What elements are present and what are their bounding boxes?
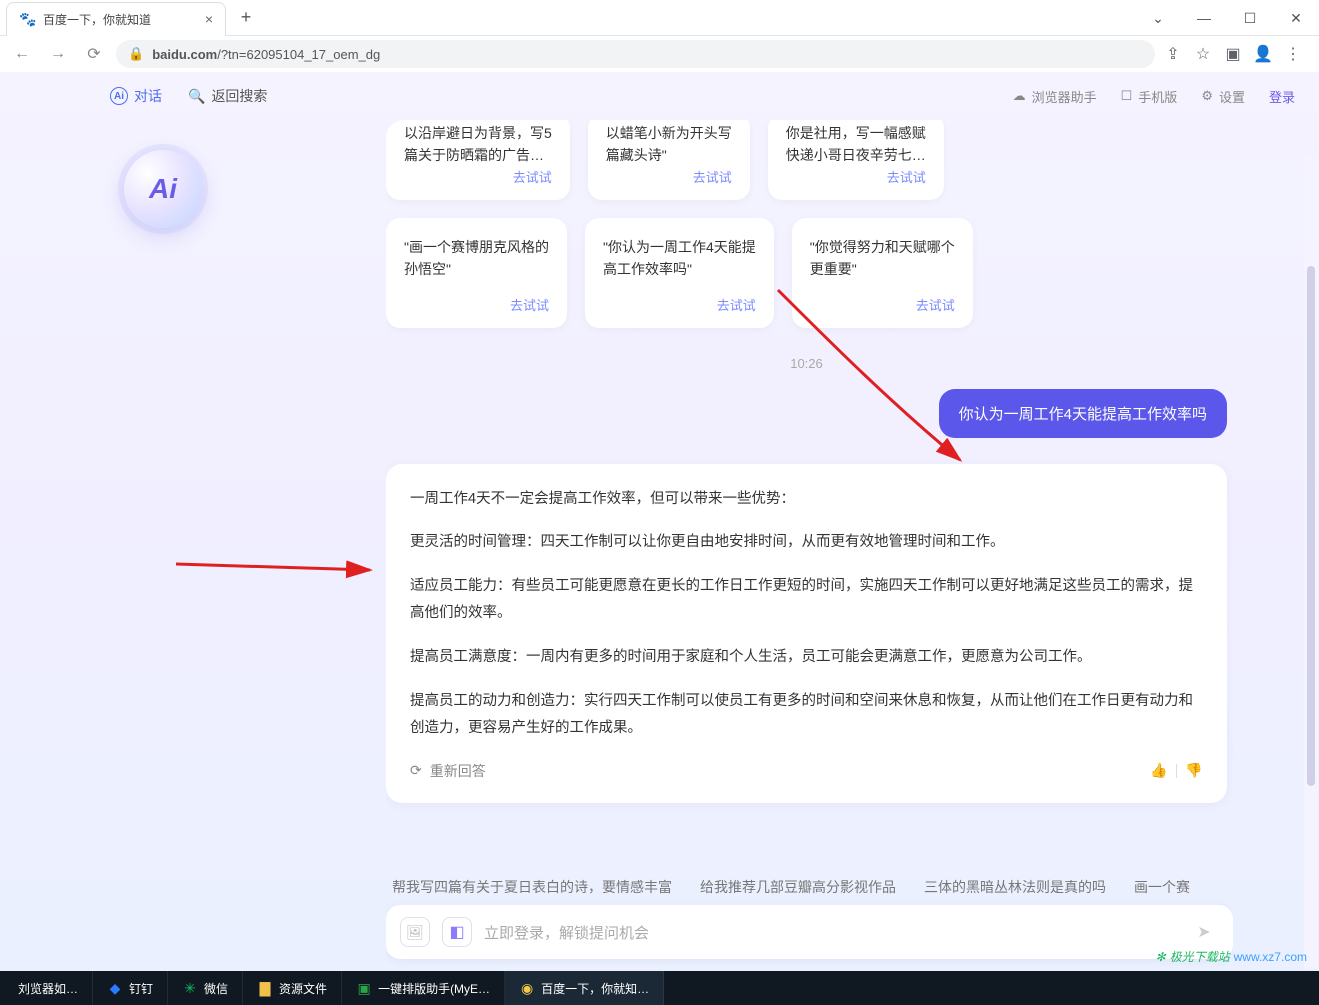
search-icon: 🔍 (188, 88, 205, 105)
folder-icon: ▇ (257, 980, 273, 996)
try-button[interactable]: 去试试 (693, 167, 732, 186)
chip[interactable]: 帮我写四篇有关于夏日表白的诗，要情感丰富 (392, 877, 672, 897)
app-icon: ▣ (356, 980, 372, 996)
suggestion-card[interactable]: 以蜡笔小新为开头写篇藏头诗" 去试试 (588, 120, 750, 200)
nav-chat[interactable]: Ai 对话 (110, 86, 162, 106)
suggestion-card[interactable]: "画一个赛博朋克风格的孙悟空" 去试试 (386, 218, 567, 328)
address-bar[interactable]: 🔒 baidu.com/?tn=62095104_17_oem_dg (116, 40, 1155, 68)
drop-icon[interactable]: ⌄ (1135, 0, 1181, 36)
baidu-favicon-icon: 🐾 (19, 11, 35, 27)
try-button[interactable]: 去试试 (510, 295, 549, 314)
star-icon[interactable]: ☆ (1193, 44, 1213, 64)
close-tab-icon[interactable]: × (205, 11, 213, 27)
close-window-icon[interactable]: ✕ (1273, 0, 1319, 36)
ai-message: 一周工作4天不一定会提高工作效率，但可以带来一些优势： 更灵活的时间管理：四天工… (386, 464, 1227, 803)
suggestion-chips: 帮我写四篇有关于夏日表白的诗，要情感丰富 给我推荐几部豆瓣高分影视作品 三体的黑… (386, 859, 1233, 905)
page-scrollbar[interactable] (1304, 156, 1318, 969)
taskbar-item[interactable]: ▇资源文件 (243, 971, 342, 1005)
image-upload-icon[interactable]: 🖼 (400, 917, 430, 947)
forward-button[interactable]: → (44, 40, 72, 68)
sidebar: Ai (86, 120, 366, 971)
maximize-icon[interactable]: ☐ (1227, 0, 1273, 36)
suggestion-card[interactable]: 以沿岸避日为背景，写5篇关于防晒霜的广告… 去试试 (386, 120, 570, 200)
browser-tab[interactable]: 🐾 百度一下，你就知道 × (6, 2, 226, 36)
new-tab-button[interactable]: + (232, 4, 260, 32)
thumbs-up-icon[interactable]: 👍 (1150, 762, 1168, 780)
taskbar-item-active[interactable]: ◉百度一下，你就知… (505, 971, 664, 1005)
refresh-icon[interactable]: ⟳ (410, 762, 422, 779)
minimize-icon[interactable]: — (1181, 0, 1227, 36)
lock-icon: 🔒 (128, 46, 144, 62)
ai-paragraph: 提高员工满意度：一周内有更多的时间用于家庭和个人生活，员工可能会更满意工作，更愿… (410, 644, 1203, 672)
ai-paragraph: 提高员工的动力和创造力：实行四天工作制可以使员工有更多的时间和空间来休息和恢复，… (410, 688, 1203, 743)
window-controls: ⌄ — ☐ ✕ (1135, 0, 1319, 36)
nav-settings[interactable]: ⚙设置 (1201, 87, 1245, 106)
nav-login[interactable]: 登录 (1269, 87, 1295, 106)
cloud-icon: ☁ (1013, 88, 1026, 104)
chat-input-bar[interactable]: 🖼 ◧ 立即登录，解锁提问机会 ➤ (386, 905, 1233, 959)
regenerate-button[interactable]: 重新回答 (430, 761, 486, 781)
nav-mobile[interactable]: ☐手机版 (1121, 87, 1178, 106)
try-button[interactable]: 去试试 (887, 167, 926, 186)
app-icon: ✳ (182, 980, 198, 996)
page-topnav: Ai 对话 🔍 返回搜索 ☁浏览器助手 ☐手机版 ⚙设置 登录 (0, 72, 1319, 120)
reload-button[interactable]: ⟳ (80, 40, 108, 68)
ai-icon: Ai (110, 87, 128, 105)
suggestion-card[interactable]: "你觉得努力和天赋哪个更重要" 去试试 (792, 218, 973, 328)
windows-taskbar: 刘览器如… ◆钉钉 ✳微信 ▇资源文件 ▣一键排版助手(MyE… ◉百度一下，你… (0, 971, 1319, 1005)
share-icon[interactable]: ⇪ (1163, 44, 1183, 64)
chat-main: 以沿岸避日为背景，写5篇关于防晒霜的广告… 去试试 以蜡笔小新为开头写篇藏头诗"… (386, 120, 1233, 971)
browser-titlebar: 🐾 百度一下，你就知道 × + ⌄ — ☐ ✕ (0, 0, 1319, 36)
taskbar-item[interactable]: ✳微信 (168, 971, 243, 1005)
chat-input-placeholder: 立即登录，解锁提问机会 (484, 922, 1177, 943)
message-timestamp: 10:26 (386, 356, 1227, 371)
gear-icon: ⚙ (1201, 88, 1213, 104)
ai-paragraph: 适应员工能力：有些员工可能更愿意在更长的工作日工作更短的时间，实施四天工作制可以… (410, 573, 1203, 628)
user-message: 你认为一周工作4天能提高工作效率吗 (939, 389, 1227, 438)
try-button[interactable]: 去试试 (717, 295, 756, 314)
chip[interactable]: 三体的黑暗丛林法则是真的吗 (924, 877, 1106, 897)
toolbar-right: ⇪ ☆ ▣ 👤 ⋮ (1163, 44, 1311, 64)
try-button[interactable]: 去试试 (513, 167, 552, 186)
try-button[interactable]: 去试试 (916, 295, 955, 314)
thumbs-down-icon[interactable]: 👎 (1185, 762, 1203, 780)
browser-toolbar: ← → ⟳ 🔒 baidu.com/?tn=62095104_17_oem_dg… (0, 36, 1319, 72)
cube-icon[interactable]: ◧ (442, 917, 472, 947)
chip[interactable]: 给我推荐几部豆瓣高分影视作品 (700, 877, 896, 897)
panel-icon[interactable]: ▣ (1223, 44, 1243, 64)
back-button[interactable]: ← (8, 40, 36, 68)
suggestion-card[interactable]: "你认为一周工作4天能提高工作效率吗" 去试试 (585, 218, 774, 328)
kebab-icon[interactable]: ⋮ (1283, 44, 1303, 64)
nav-assistant[interactable]: ☁浏览器助手 (1013, 87, 1097, 106)
nav-back-search[interactable]: 🔍 返回搜索 (188, 86, 267, 106)
profile-icon[interactable]: 👤 (1253, 44, 1273, 64)
ai-paragraph: 更灵活的时间管理：四天工作制可以让你更自由地安排时间，从而更有效地管理时间和工作… (410, 529, 1203, 557)
app-icon: ◆ (107, 980, 123, 996)
taskbar-item[interactable]: ▣一键排版助手(MyE… (342, 971, 505, 1005)
send-icon[interactable]: ➤ (1189, 917, 1219, 947)
watermark: ✻ 极光下载站 www.xz7.com (1150, 944, 1313, 969)
chrome-icon: ◉ (519, 980, 535, 996)
taskbar-item[interactable]: ◆钉钉 (93, 971, 168, 1005)
page-body: Ai 对话 🔍 返回搜索 ☁浏览器助手 ☐手机版 ⚙设置 登录 Ai 以沿 (0, 72, 1319, 971)
taskbar-item[interactable]: 刘览器如… (4, 971, 93, 1005)
suggestion-card[interactable]: 你是社用，写一幅感赋快递小哥日夜辛劳七… 去试试 (768, 120, 944, 200)
url-text: baidu.com/?tn=62095104_17_oem_dg (152, 47, 380, 62)
chip[interactable]: 画一个赛 (1134, 877, 1190, 897)
ai-paragraph: 一周工作4天不一定会提高工作效率，但可以带来一些优势： (410, 486, 1203, 514)
ai-avatar-icon: Ai (124, 150, 202, 228)
mobile-icon: ☐ (1121, 88, 1133, 104)
tab-title: 百度一下，你就知道 (43, 11, 151, 28)
